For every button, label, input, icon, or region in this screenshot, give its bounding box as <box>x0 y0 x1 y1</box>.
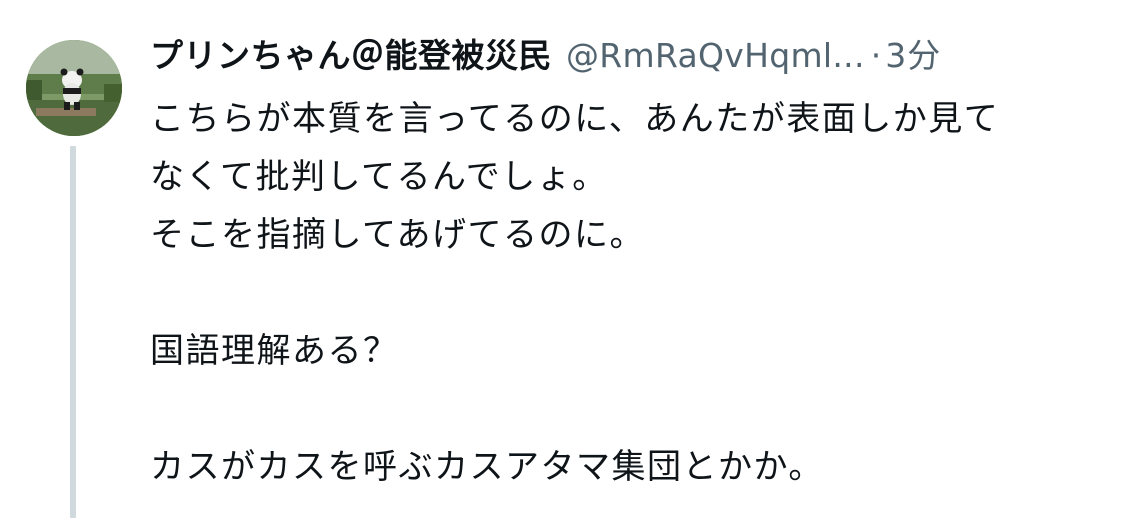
tweet-content: プリンちゃん＠能登被災民 @RmRaQvHqml... · 3分 こちらが本質を… <box>150 28 1100 496</box>
tweet-text-line: カスがカスを呼ぶカスアタマ集団とかか。 <box>150 447 824 487</box>
author-display-name[interactable]: プリンちゃん＠能登被災民 <box>150 28 552 84</box>
tweet-header: プリンちゃん＠能登被災民 @RmRaQvHqml... · 3分 <box>150 28 1100 84</box>
author-handle[interactable]: @RmRaQvHqml... <box>566 28 865 84</box>
tweet-text-line <box>150 264 1100 322</box>
panda-avatar-icon[interactable] <box>26 40 122 136</box>
tweet-text-line: そこを指摘してあげてるのに。 <box>150 215 645 255</box>
tweet[interactable]: プリンちゃん＠能登被災民 @RmRaQvHqml... · 3分 こちらが本質を… <box>0 0 1125 518</box>
header-separator: · <box>870 36 882 75</box>
thread-connector-line <box>70 146 76 518</box>
tweet-body: こちらが本質を言ってるのに、あんたが表面しか見て なくて批判してるんでしょ。 そ… <box>150 90 1100 496</box>
tweet-timestamp[interactable]: 3分 <box>885 28 941 84</box>
tweet-text-line: なくて批判してるんでしょ。 <box>150 157 608 197</box>
tweet-text-line <box>150 380 1100 438</box>
tweet-text-line: 国語理解ある？ <box>150 331 399 371</box>
tweet-text-line: こちらが本質を言ってるのに、あんたが表面しか見て <box>150 99 1000 139</box>
